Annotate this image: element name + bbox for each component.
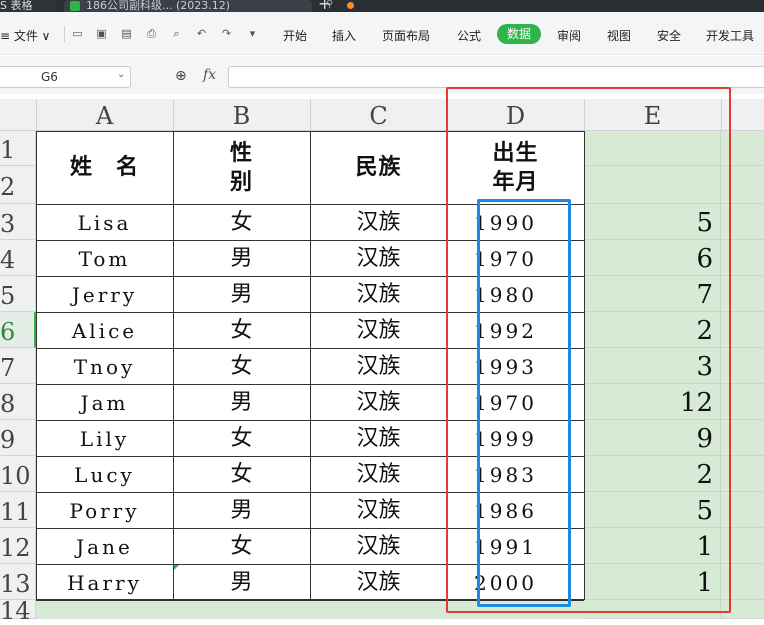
row-header-9[interactable]: 9 (0, 420, 36, 456)
name-cell[interactable]: Harry (36, 564, 173, 600)
column-header-b[interactable]: B (173, 99, 311, 131)
file-menu[interactable]: ≡ 文件 ∨ (0, 27, 50, 44)
ethnicity-cell[interactable]: 汉族 (310, 384, 447, 420)
menu-formulas[interactable]: 公式 (457, 27, 481, 44)
gender-cell[interactable]: 男 (173, 492, 310, 528)
gender-cell[interactable]: 女 (173, 528, 310, 564)
new-tab-button[interactable]: + (318, 0, 331, 12)
gender-cell[interactable]: 男 (173, 564, 310, 600)
gender-cell[interactable]: 男 (173, 276, 310, 312)
menu-home[interactable]: 开始 (283, 27, 307, 44)
ethnicity-cell[interactable]: 汉族 (310, 312, 447, 348)
name-box[interactable]: G6 ⌄ (0, 66, 131, 88)
name-cell[interactable]: Lily (36, 420, 173, 456)
tab-document[interactable]: S 表格 (0, 0, 56, 12)
title-bar: S 表格 186公司副科级... (2023.12) ⚲ + (0, 0, 764, 12)
fx-icon[interactable]: fx (203, 67, 216, 83)
menu-developer-tools[interactable]: 开发工具 (706, 27, 754, 44)
row-header-3[interactable]: 3 (0, 204, 36, 240)
ethnicity-cell[interactable]: 汉族 (310, 348, 447, 384)
formula-input[interactable] (228, 66, 764, 88)
gender-cell[interactable]: 男 (173, 384, 310, 420)
ethnicity-cell[interactable]: 汉族 (310, 564, 447, 600)
menu-insert[interactable]: 插入 (332, 27, 356, 44)
row-header-12[interactable]: 12 (0, 528, 36, 564)
name-cell[interactable]: Jane (36, 528, 173, 564)
column-header-c[interactable]: C (310, 99, 448, 131)
gender-cell[interactable]: 女 (173, 456, 310, 492)
row-header-13[interactable]: 13 (0, 564, 36, 600)
unsaved-dot-icon (347, 2, 354, 9)
ribbon-menu: ≡ 文件 ∨ ▭ ▣ ▤ ⎙ ⌕ ↶ ↷ ▾ 开始 插入 页面布局 公式 数据 … (0, 12, 764, 55)
save-icon[interactable]: ▣ (95, 27, 108, 40)
name-cell[interactable]: Jerry (36, 276, 173, 312)
gender-cell[interactable]: 女 (173, 204, 310, 240)
ethnicity-cell[interactable]: 汉族 (310, 240, 447, 276)
row-header-4[interactable]: 4 (0, 240, 36, 276)
ethnicity-cell[interactable]: 汉族 (310, 276, 447, 312)
blue-highlight-box (477, 199, 571, 607)
header-cell-ethnicity[interactable]: 民族 (310, 131, 447, 204)
row-header-11[interactable]: 11 (0, 492, 36, 528)
tab-document-label: S 表格 (0, 0, 33, 12)
header-cell-gender[interactable]: 性 别 (173, 131, 310, 204)
ethnicity-cell[interactable]: 汉族 (310, 492, 447, 528)
row-header-6[interactable]: 6 (0, 312, 36, 348)
row-header-2[interactable]: 2 (0, 166, 36, 204)
comment-marker-icon (174, 565, 179, 570)
tab-file[interactable]: 186公司副科级... (2023.12) ⚲ (64, 0, 354, 12)
name-cell[interactable]: Tnoy (36, 348, 173, 384)
row-header-8[interactable]: 8 (0, 384, 36, 420)
tab-file-label: 186公司副科级... (2023.12) (86, 0, 231, 12)
name-cell[interactable]: Jam (36, 384, 173, 420)
row-header-10[interactable]: 10 (0, 456, 36, 492)
gender-cell[interactable]: 女 (173, 420, 310, 456)
name-cell[interactable]: Lisa (36, 204, 173, 240)
redo-icon[interactable]: ↷ (220, 27, 233, 40)
export-pdf-icon[interactable]: ▤ (120, 27, 133, 40)
select-all-corner[interactable] (0, 99, 37, 131)
ethnicity-cell[interactable]: 汉族 (310, 456, 447, 492)
ethnicity-cell[interactable]: 汉族 (310, 420, 447, 456)
cell-reference: G6 (41, 70, 58, 84)
zoom-icon[interactable]: ⊕ (175, 68, 187, 84)
row-header-7[interactable]: 7 (0, 348, 36, 384)
toolbar-divider (64, 26, 65, 42)
row-header-1[interactable]: 1 (0, 131, 36, 166)
name-cell[interactable]: Tom (36, 240, 173, 276)
header-cell-name[interactable]: 姓 名 (36, 131, 173, 204)
print-icon[interactable]: ⎙ (145, 27, 158, 40)
row-header-5[interactable]: 5 (0, 276, 36, 312)
menu-data-active[interactable]: 数据 (497, 24, 541, 44)
open-folder-icon[interactable]: ▭ (71, 27, 84, 40)
gender-cell[interactable]: 女 (173, 312, 310, 348)
ethnicity-cell[interactable]: 汉族 (310, 204, 447, 240)
menu-view[interactable]: 视图 (607, 27, 631, 44)
menu-security[interactable]: 安全 (657, 27, 681, 44)
name-cell[interactable]: Alice (36, 312, 173, 348)
column-header-a[interactable]: A (36, 99, 174, 131)
name-cell[interactable]: Porry (36, 492, 173, 528)
gender-cell[interactable]: 女 (173, 348, 310, 384)
row-header-14[interactable]: 14 (0, 599, 36, 623)
chevron-down-icon[interactable]: ⌄ (117, 69, 125, 80)
more-dropdown-icon[interactable]: ▾ (246, 27, 259, 40)
menu-page-layout[interactable]: 页面布局 (382, 27, 430, 44)
name-cell[interactable]: Lucy (36, 456, 173, 492)
menu-review[interactable]: 审阅 (557, 27, 581, 44)
spreadsheet-icon (70, 1, 80, 11)
print-preview-icon[interactable]: ⌕ (170, 27, 183, 40)
ethnicity-cell[interactable]: 汉族 (310, 528, 447, 564)
sheet-grid[interactable]: 1 2 3 4 5 6 7 8 9 10 11 12 13 14 姓 名性 别民族 出生 年月 Lisa 女汉族 1… (0, 87, 764, 623)
gender-cell[interactable]: 男 (173, 240, 310, 276)
undo-icon[interactable]: ↶ (195, 27, 208, 40)
